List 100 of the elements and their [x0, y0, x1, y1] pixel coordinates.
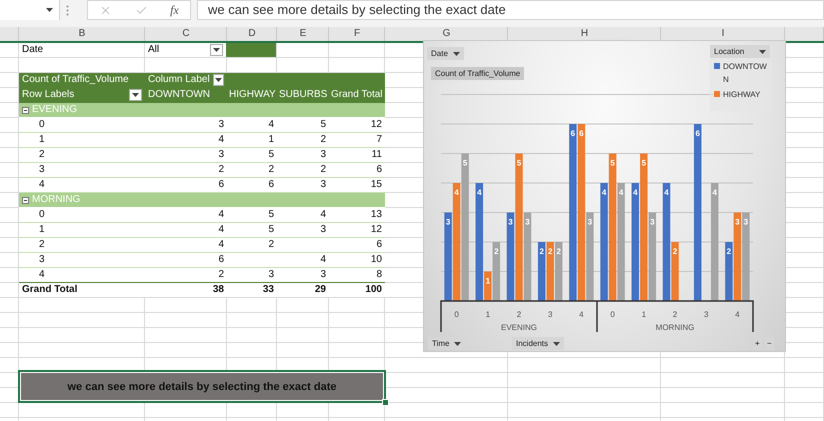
axis-label: 2	[516, 310, 522, 319]
data-label: 3	[525, 218, 530, 226]
pivot-chart[interactable]: 3 4 5 4 1 2 3 5 3 2 2 2 6 6 3 4 5 4 4 5 3 4 2 6 4 2 3 3 0 1 2 3 4 0 1 2 3 4 EVENING MORNING Date Count of Traffic_Volume Location DOWNTOWN HIGHWAY Time Incidents + −	[423, 40, 786, 352]
data-label: 5	[462, 158, 468, 168]
data-label: 6	[570, 129, 576, 138]
column-header[interactable]: E	[277, 27, 329, 41]
drag-handle-icon[interactable]	[66, 5, 69, 16]
data-label: 6	[695, 129, 700, 138]
column-labels-header: Column Label	[148, 73, 210, 87]
dropdown-button[interactable]	[129, 89, 142, 101]
axis-label: 1	[642, 310, 646, 319]
column-header[interactable]: B	[19, 27, 145, 41]
pivot-cell: 10	[370, 253, 382, 267]
row-label: 1	[39, 133, 45, 147]
column-header: DOWNTOWN	[148, 88, 210, 102]
row-labels-header: Row Labels	[22, 88, 74, 102]
resize-handle[interactable]	[382, 399, 389, 406]
data-label: 2	[726, 247, 732, 256]
pivot-cell: 1	[268, 133, 274, 147]
total-cell: 33	[262, 283, 274, 297]
total-cell: 38	[212, 283, 224, 297]
filter-value[interactable]: All	[148, 43, 160, 57]
data-label: 2	[556, 247, 561, 256]
data-label: 4	[712, 188, 717, 197]
note-banner[interactable]: we can see more details by selecting the exact date	[18, 370, 386, 403]
pivot-cell: 4	[320, 253, 326, 267]
axis-label: 4	[735, 310, 740, 319]
pivot-cell: 2	[218, 163, 224, 177]
caret-icon	[213, 48, 220, 52]
caret-icon	[46, 8, 53, 12]
zoom-button[interactable]: −	[765, 337, 774, 350]
axis-label: 0	[610, 310, 615, 319]
column-header[interactable]: C	[145, 27, 227, 41]
axis-group-label: MORNING	[656, 323, 694, 332]
data-label: 6	[579, 129, 584, 138]
pivot-cell: 3	[320, 223, 326, 237]
pivot-cell: 6	[218, 253, 224, 267]
formula-field[interactable]: we can see more details by selecting the exact date	[197, 0, 824, 20]
filter-button[interactable]: Date	[427, 47, 464, 60]
caret-icon	[452, 52, 460, 56]
filled-cell	[226, 43, 276, 57]
pivot-cell: 3	[320, 148, 326, 162]
column-header[interactable]: F	[329, 27, 385, 41]
grand-total-label: Grand Total	[22, 283, 78, 297]
column-header[interactable]: G	[385, 27, 508, 41]
axis-label: 0	[454, 310, 459, 319]
caret-icon	[132, 93, 139, 97]
row-label: 3	[39, 163, 45, 177]
data-label: 2	[494, 247, 499, 256]
pivot-cell: 7	[376, 133, 382, 147]
column-header[interactable]: D	[227, 27, 277, 41]
data-label: 1	[486, 276, 490, 286]
data-label: 4	[618, 188, 624, 197]
axis-label: 2	[672, 310, 678, 319]
axis-label: 4	[579, 310, 584, 319]
data-label: 4	[664, 188, 669, 197]
data-label: 4	[602, 188, 606, 197]
column-header[interactable]: I	[661, 27, 785, 41]
row-label: 1	[39, 223, 45, 237]
pivot-cell: 5	[268, 223, 274, 237]
row-label: 4	[39, 178, 45, 192]
row-label: 2	[39, 238, 45, 252]
pivot-cell: 11	[372, 148, 382, 162]
legend-field-button[interactable]: Location	[710, 45, 770, 58]
pivot-cell: 4	[218, 133, 224, 147]
row-label: 4	[39, 268, 45, 282]
caret-icon	[214, 78, 222, 82]
pivot-cell: 4	[218, 208, 224, 222]
column-header[interactable]: H	[508, 27, 661, 41]
pivot-cell: 3	[320, 178, 326, 192]
group-label: EVENING	[32, 103, 78, 117]
caret-icon	[454, 342, 462, 346]
collapse-icon[interactable]	[22, 196, 29, 204]
data-label: 3	[508, 218, 513, 226]
value-field-button[interactable]: Count of Traffic_Volume	[431, 67, 524, 80]
axis-field-button[interactable]: Incidents	[512, 337, 564, 350]
data-label: 3	[744, 218, 748, 226]
data-label: 5	[516, 158, 522, 168]
dropdown-button[interactable]	[210, 44, 223, 56]
pivot-cell: 6	[268, 178, 274, 192]
pivot-cell: 6	[218, 178, 224, 192]
collapse-icon[interactable]	[22, 106, 29, 114]
data-label: 4	[477, 188, 482, 197]
data-label: 2	[548, 247, 552, 256]
dropdown-button[interactable]	[212, 74, 224, 86]
data-label: 5	[610, 158, 615, 168]
pivot-cell: 3	[268, 268, 274, 282]
insert-function-button[interactable]: fx	[170, 2, 179, 18]
legend-label: DOWNTOWN	[723, 61, 767, 86]
total-cell: 29	[314, 283, 326, 297]
pivot-cell: 4	[218, 223, 224, 237]
caret-icon	[553, 342, 560, 346]
pivot-cell: 6	[376, 163, 382, 177]
group-label: MORNING	[32, 193, 80, 207]
pivot-cell: 12	[370, 118, 382, 132]
value-field-label: Count of Traffic_Volume	[22, 73, 129, 87]
pivot-cell: 5	[320, 118, 326, 132]
axis-label: 3	[704, 310, 708, 319]
pivot-cell: 4	[268, 118, 274, 132]
data-label: 2	[672, 247, 678, 256]
